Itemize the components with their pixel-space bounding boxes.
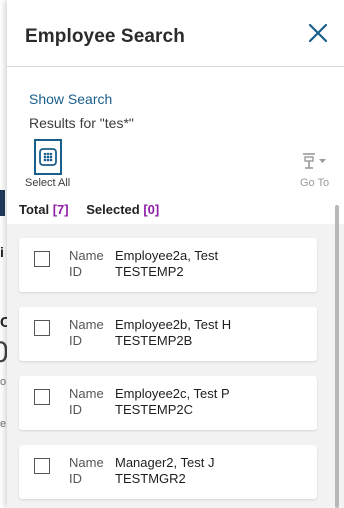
goto-filter-icon: [303, 153, 326, 169]
name-label: Name: [69, 455, 104, 470]
employee-id: TESTEMP2C: [115, 402, 194, 417]
employee-card[interactable]: Name Employee2a, Test ID TESTEMP2: [19, 238, 317, 292]
name-label: Name: [69, 248, 104, 263]
goto-button[interactable]: [300, 151, 328, 171]
id-label: ID: [69, 264, 82, 279]
employee-card[interactable]: Name Manager2, Test J ID TESTMGR2: [19, 445, 317, 499]
goto-label: Go To: [300, 177, 330, 189]
total-count: [7]: [52, 202, 69, 217]
employee-checkbox[interactable]: [34, 251, 50, 267]
underlying-fragment: i: [0, 244, 4, 260]
underlying-fragment: o: [0, 376, 7, 388]
employee-name: Employee2a, Test: [115, 248, 219, 263]
employee-card[interactable]: Name Employee2b, Test H ID TESTEMP2B: [19, 307, 317, 361]
employee-results-list[interactable]: Name Employee2a, Test ID TESTEMP2 Name E…: [7, 224, 344, 508]
employee-search-panel: Employee Search Show Search Results for …: [7, 0, 344, 508]
id-label: ID: [69, 402, 82, 417]
panel-title: Employee Search: [25, 26, 185, 47]
result-counts: Total [7] Selected [0]: [19, 202, 159, 217]
employee-id: TESTMGR2: [115, 471, 186, 486]
employee-name: Employee2c, Test P: [115, 386, 230, 401]
employee-checkbox[interactable]: [34, 320, 50, 336]
close-x-icon: [308, 23, 328, 43]
results-scrollbar[interactable]: [335, 205, 339, 508]
employee-card[interactable]: Name Employee2c, Test P ID TESTEMP2C: [19, 376, 317, 430]
employee-checkbox[interactable]: [34, 389, 50, 405]
selected-count: [0]: [143, 202, 160, 217]
employee-checkbox[interactable]: [34, 458, 50, 474]
employee-id: TESTEMP2B: [115, 333, 193, 348]
close-button[interactable]: [305, 20, 331, 46]
panel-body: Show Search Results for "tes*" Select Al…: [7, 67, 344, 508]
name-label: Name: [69, 317, 104, 332]
grid-select-icon: [39, 148, 57, 166]
total-label: Total: [19, 202, 50, 217]
underlying-nav-bar: [0, 190, 5, 216]
employee-name: Manager2, Test J: [115, 455, 215, 470]
employee-name: Employee2b, Test H: [115, 317, 232, 332]
panel-header: Employee Search: [7, 0, 344, 67]
underlying-fragment: e: [0, 418, 7, 430]
id-label: ID: [69, 471, 82, 486]
employee-id: TESTEMP2: [115, 264, 184, 279]
select-all-label: Select All: [25, 177, 71, 189]
id-label: ID: [69, 333, 82, 348]
selected-label: Selected: [86, 202, 140, 217]
select-all-button[interactable]: [34, 139, 62, 175]
results-for-text: Results for "tes*": [29, 115, 134, 131]
name-label: Name: [69, 386, 104, 401]
show-search-link[interactable]: Show Search: [29, 91, 112, 107]
